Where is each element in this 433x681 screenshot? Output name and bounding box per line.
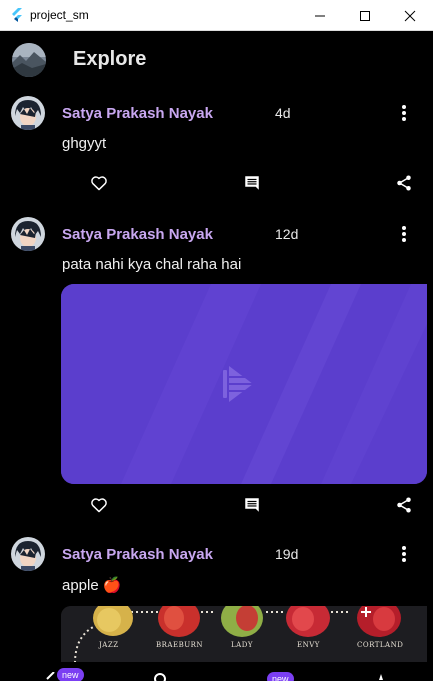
author-avatar[interactable] (11, 96, 45, 130)
post-text: ghgyyt (62, 135, 107, 152)
post-author[interactable]: Satya Prakash Nayak (62, 226, 213, 243)
app-bar: Explore (0, 31, 433, 89)
post-actions (0, 494, 433, 518)
post-timestamp: 12d (275, 226, 299, 242)
apple-label: ENVY (297, 641, 320, 649)
post-text: apple 🍎 (62, 577, 122, 594)
close-button[interactable] (387, 0, 433, 31)
apple-label: BRAEBURN (156, 641, 204, 649)
comment-icon[interactable] (241, 172, 263, 194)
minimize-icon (315, 15, 325, 16)
post-card[interactable]: Satya Prakash Nayak 12d pata nahi kya ch… (0, 215, 433, 520)
apple-varieties-photo (61, 606, 427, 663)
comment-icon[interactable] (241, 494, 263, 516)
search-icon[interactable] (153, 672, 167, 681)
post-text: pata nahi kya chal raha hai (62, 256, 242, 273)
post-media-image[interactable] (61, 284, 427, 484)
maximize-button[interactable] (342, 0, 388, 31)
star-icon[interactable] (374, 672, 388, 681)
close-icon (404, 10, 416, 21)
anime-avatar-image (11, 537, 45, 571)
post-timestamp: 4d (275, 105, 291, 121)
landscape-avatar-image (12, 43, 46, 77)
share-icon[interactable] (393, 494, 415, 516)
bottom-navigation-bar: new new (0, 662, 433, 681)
maximize-icon (360, 10, 370, 21)
window-titlebar: project_sm (0, 0, 433, 31)
profile-avatar[interactable] (12, 43, 46, 77)
post-author[interactable]: Satya Prakash Nayak (62, 105, 213, 122)
post-card[interactable]: Satya Prakash Nayak 4d ghgyyt (0, 94, 433, 204)
author-avatar[interactable] (11, 217, 45, 251)
post-timestamp: 19d (275, 546, 299, 562)
heart-icon[interactable] (88, 494, 110, 516)
apple-label: LADY (231, 641, 253, 649)
apple-label: CORTLAND (357, 641, 404, 649)
back-arrow-icon[interactable] (44, 672, 58, 681)
more-vert-icon[interactable] (396, 103, 412, 123)
post-media-image[interactable]: JAZZ BRAEBURN LADY ENVY CORTLAND (61, 606, 427, 663)
image-placeholder-icon (61, 284, 427, 484)
window-title: project_sm (30, 8, 89, 22)
author-avatar[interactable] (11, 537, 45, 571)
share-icon[interactable] (393, 172, 415, 194)
flutter-icon (12, 8, 22, 22)
post-author[interactable]: Satya Prakash Nayak (62, 546, 213, 563)
more-vert-icon[interactable] (396, 224, 412, 244)
new-badge: new (267, 672, 294, 681)
new-badge: new (57, 668, 84, 681)
post-card[interactable]: Satya Prakash Nayak 19d apple 🍎 JAZZ BRA… (0, 535, 433, 663)
minimize-button[interactable] (297, 0, 343, 31)
page-title: Explore (73, 48, 147, 70)
apple-label: JAZZ (99, 641, 119, 649)
heart-icon[interactable] (88, 172, 110, 194)
post-actions (0, 172, 433, 196)
more-vert-icon[interactable] (396, 544, 412, 564)
anime-avatar-image (11, 96, 45, 130)
anime-avatar-image (11, 217, 45, 251)
